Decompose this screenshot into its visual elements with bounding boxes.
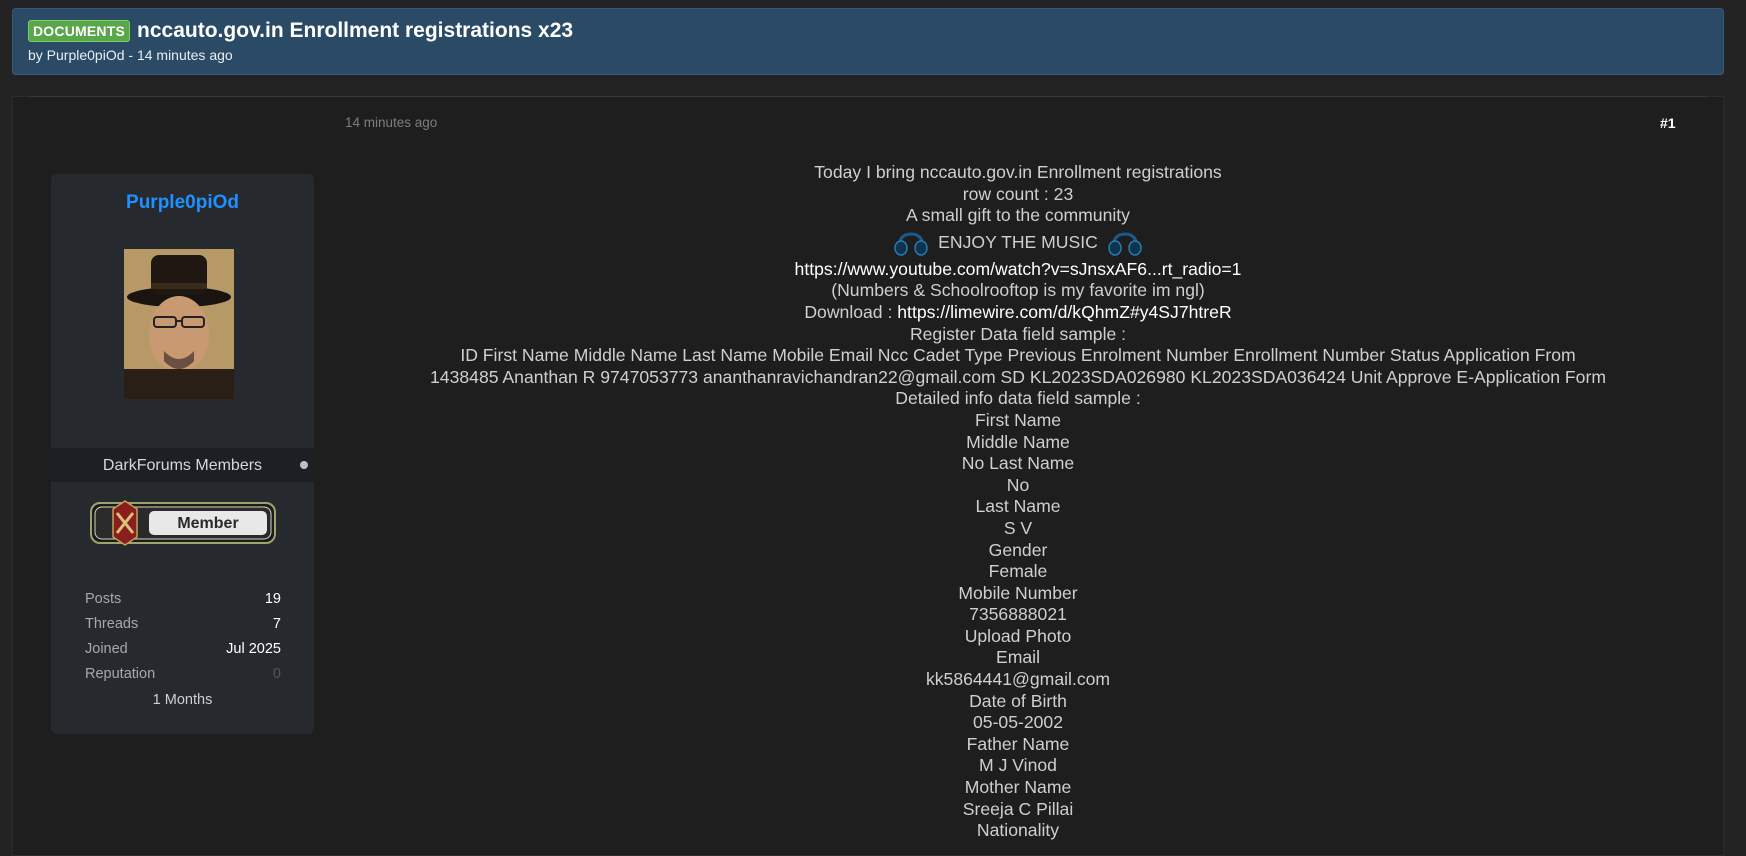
detail-line: kk5864441@gmail.com: [925, 669, 1111, 690]
stat-row-posts: Posts 19: [85, 591, 281, 616]
post-line: Today I bring nccauto.gov.in Enrollment …: [814, 162, 1222, 182]
username-link[interactable]: Purple0piOd: [51, 192, 314, 214]
prefix-badge[interactable]: DOCUMENTS: [28, 20, 131, 42]
download-link[interactable]: https://limewire.com/d/kQhmZ#y4SJ7htreR: [897, 302, 1231, 322]
thread-title-row: DOCUMENTS nccauto.gov.in Enrollment regi…: [28, 19, 573, 43]
detail-line: Upload Photo: [964, 625, 1072, 646]
youtube-link[interactable]: https://www.youtube.com/watch?v=sJnsxAF6…: [340, 259, 1696, 281]
detail-line: No: [1006, 474, 1030, 495]
stat-value[interactable]: 19: [265, 591, 281, 616]
rank-label: Member: [177, 515, 238, 532]
avatar-image: [124, 249, 234, 399]
detail-line: Gender: [988, 539, 1048, 560]
membership-duration: 1 Months: [152, 692, 213, 708]
post-number-link[interactable]: #1: [1660, 115, 1676, 131]
usergroup-bar: DarkForums Members: [51, 448, 314, 482]
user-panel: Purple0piOd DarkForums Members Member Po…: [51, 174, 314, 734]
download-label: Download :: [804, 301, 893, 322]
post-body: Today I bring nccauto.gov.in Enrollment …: [340, 162, 1696, 842]
offline-dot-icon: [300, 461, 308, 469]
headphones-icon: [894, 232, 928, 256]
detail-line: 05-05-2002: [973, 712, 1063, 733]
detail-line: Sreeja C Pillai: [962, 798, 1074, 819]
stat-label: Threads: [85, 616, 139, 632]
post-line: Register Data field sample :: [909, 323, 1127, 344]
detail-line: 7356888021: [969, 604, 1067, 625]
detail-line: Date of Birth: [969, 690, 1067, 711]
avatar[interactable]: [124, 249, 234, 399]
rank-badge: Member: [90, 500, 276, 546]
divider: [30, 96, 1706, 97]
thread-title: nccauto.gov.in Enrollment registrations …: [137, 19, 574, 42]
music-label: ENJOY THE MUSIC: [938, 231, 1098, 252]
detail-line: Email: [996, 647, 1040, 668]
headphones-icon: [1108, 232, 1142, 256]
post-line: A small gift to the community: [906, 205, 1130, 226]
detail-line: Mother Name: [964, 777, 1072, 798]
stat-label: Joined: [85, 641, 128, 657]
stat-row-threads: Threads 7: [85, 616, 281, 641]
music-line: ENJOY THE MUSIC: [340, 227, 1696, 259]
detail-line: Middle Name: [966, 431, 1070, 452]
stat-label: Posts: [85, 591, 122, 607]
stat-value[interactable]: 0: [273, 666, 281, 691]
post-line: Detailed info data field sample :: [895, 388, 1141, 409]
stat-row-reputation: Reputation 0: [85, 666, 281, 691]
thread-meta: by Purple0piOd - 14 minutes ago: [28, 47, 233, 63]
stat-label: Reputation: [85, 666, 156, 682]
post-line: 1438485 Ananthan R 9747053773 ananthanra…: [430, 366, 1606, 387]
post-line: (Numbers & Schoolrooftop is my favorite …: [831, 280, 1205, 301]
post-line: row count : 23: [962, 183, 1074, 204]
detail-line: M J Vinod: [979, 755, 1057, 776]
detail-line: Female: [988, 561, 1048, 582]
thread-header: DOCUMENTS nccauto.gov.in Enrollment regi…: [12, 8, 1724, 75]
user-stats: Posts 19 Threads 7 Joined Jul 2025 Reput…: [85, 591, 281, 691]
post-line: ID First Name Middle Name Last Name Mobi…: [460, 345, 1576, 366]
detail-line: First Name: [974, 409, 1062, 430]
detail-line: Mobile Number: [958, 582, 1078, 603]
detail-line: Father Name: [966, 733, 1070, 754]
detail-line: S V: [1003, 517, 1033, 538]
post-date: 14 minutes ago: [345, 115, 438, 130]
stat-row-joined: Joined Jul 2025: [85, 641, 281, 666]
usergroup-label: DarkForums Members: [102, 457, 263, 474]
stat-value: Jul 2025: [226, 641, 281, 657]
detail-line: No Last Name: [961, 453, 1075, 474]
detail-line: Nationality: [976, 820, 1060, 841]
stat-value[interactable]: 7: [273, 616, 281, 641]
detail-line: Last Name: [975, 496, 1061, 517]
download-line: Download : https://limewire.com/d/kQhmZ#…: [340, 302, 1696, 324]
